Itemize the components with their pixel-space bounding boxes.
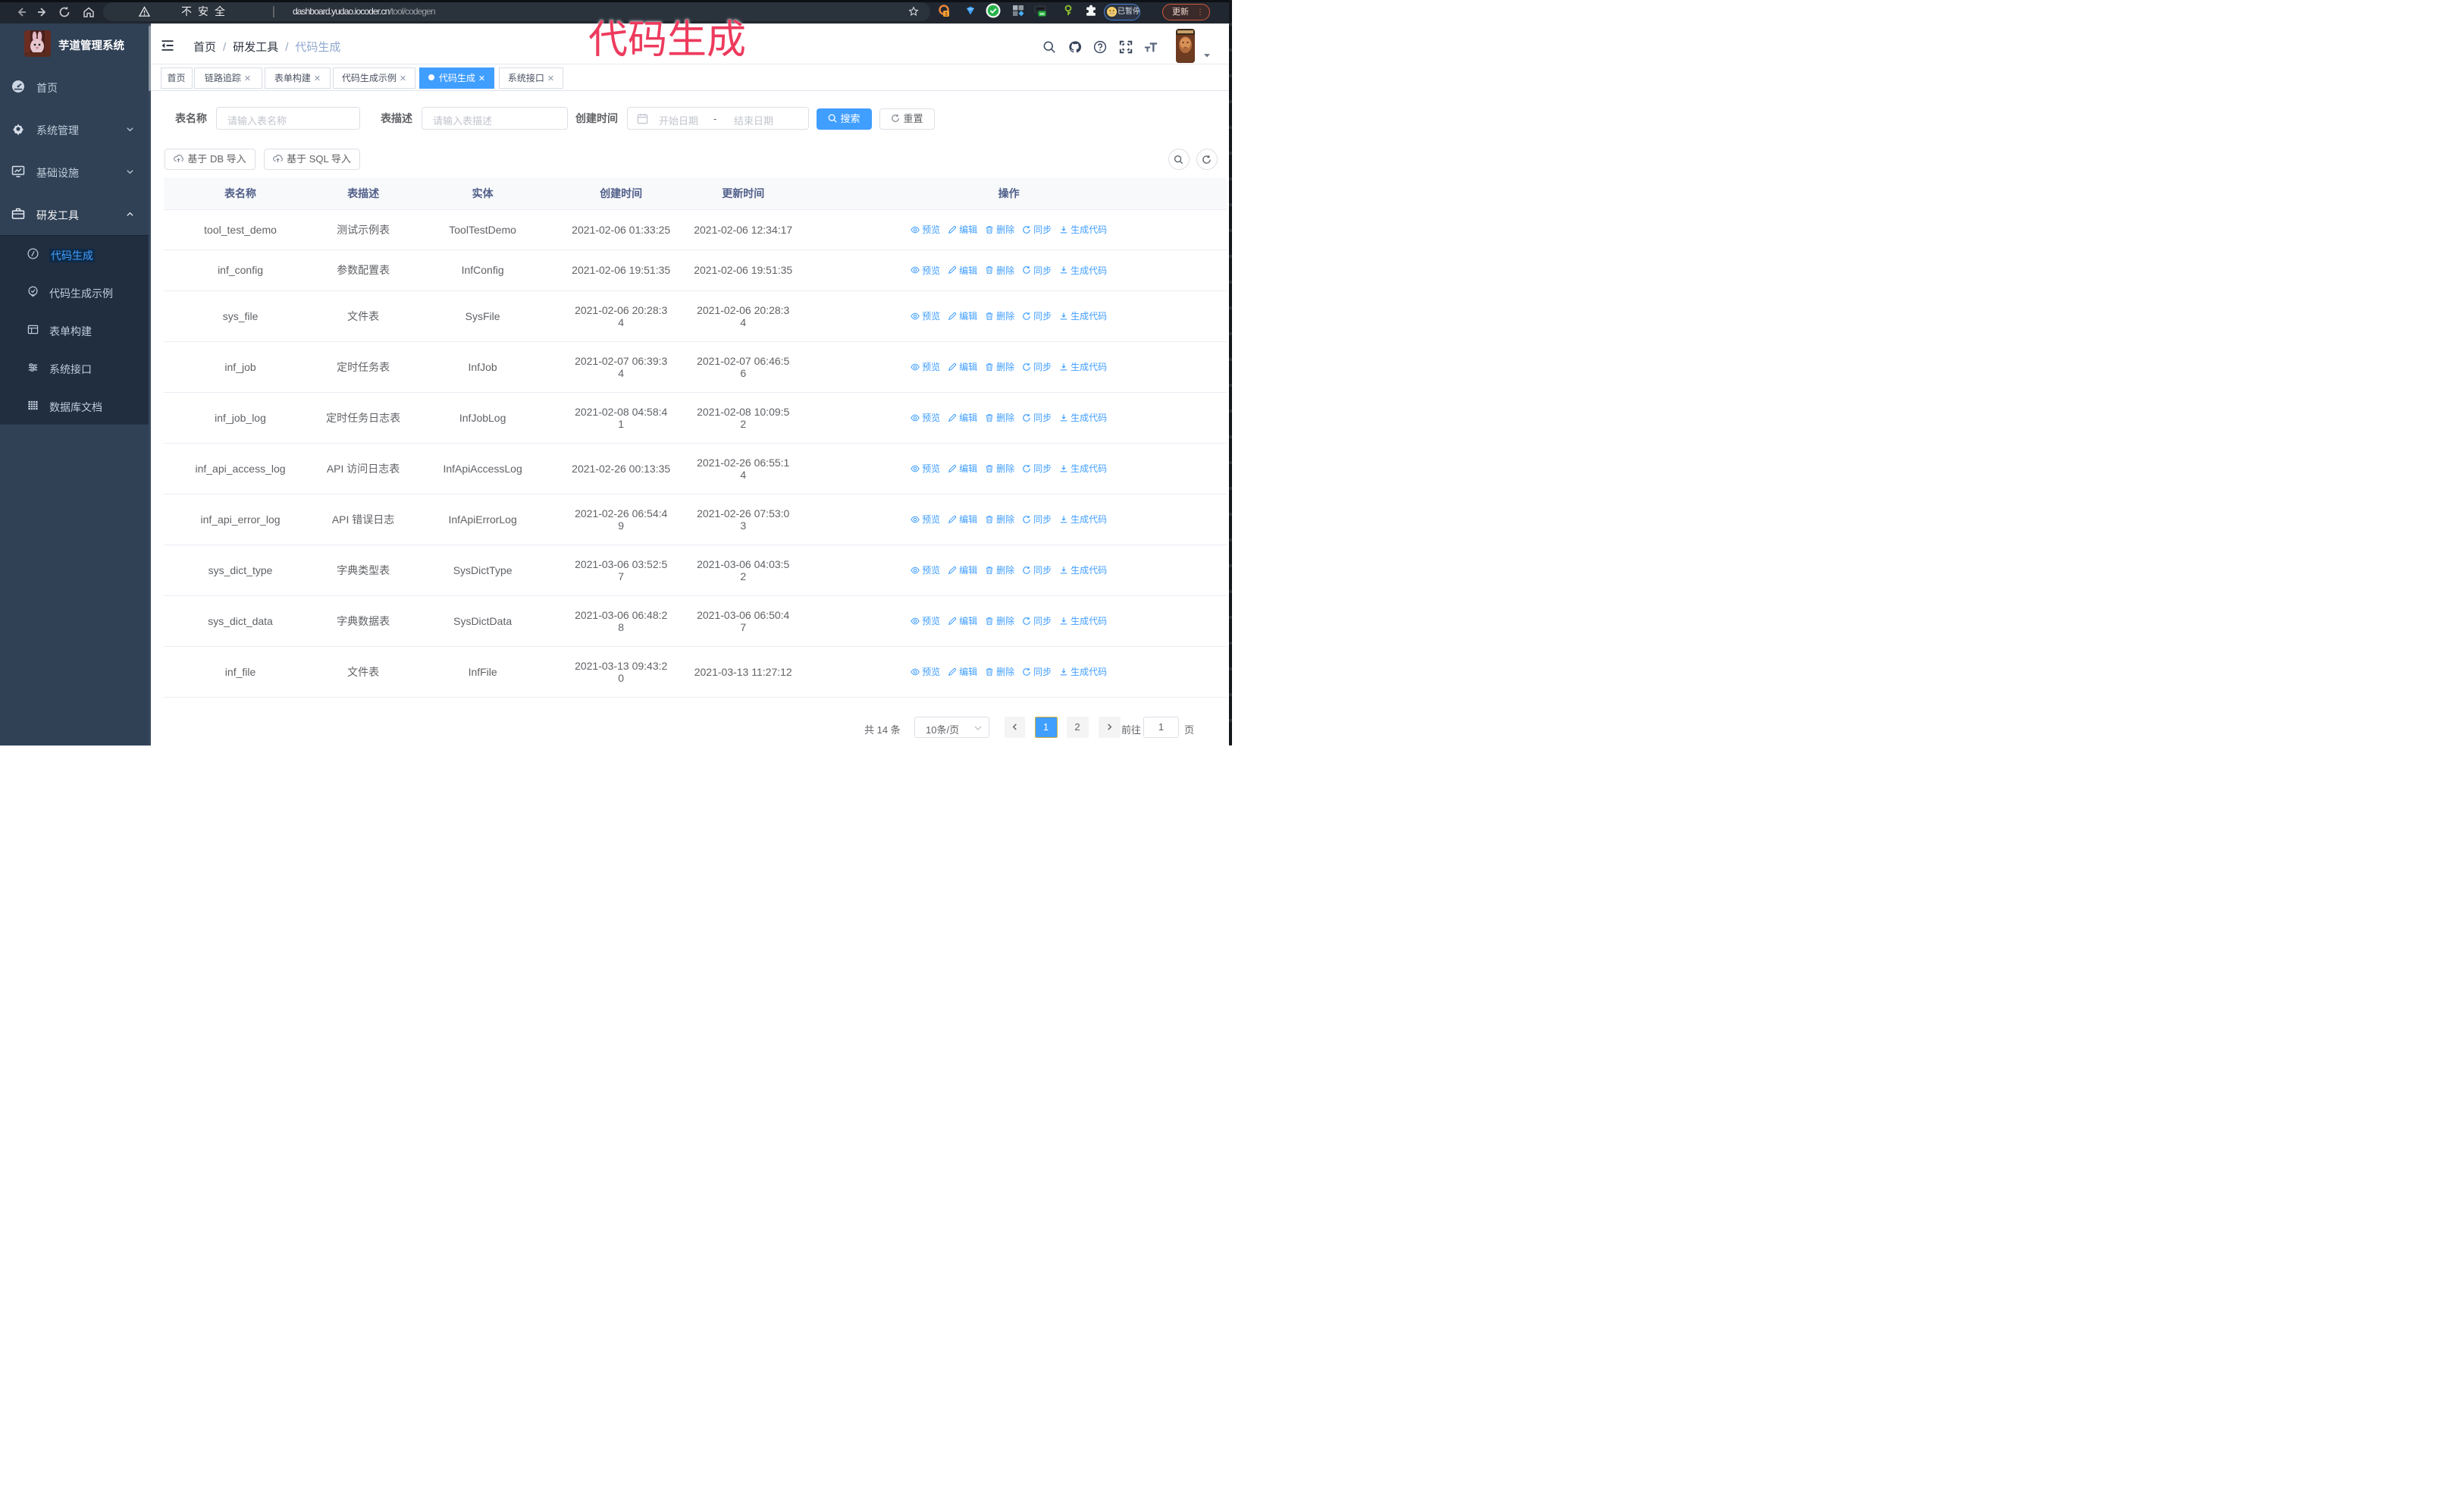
- svg-text:1: 1: [945, 12, 948, 17]
- svg-text:on: on: [1039, 12, 1044, 17]
